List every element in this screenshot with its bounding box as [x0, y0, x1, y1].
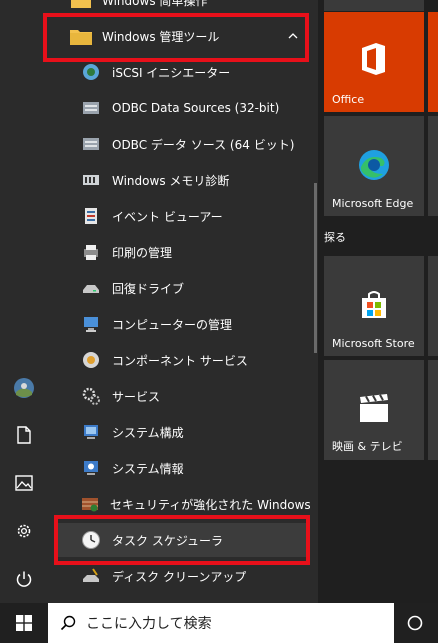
- tile-edge[interactable]: Microsoft Edge: [324, 116, 424, 216]
- app-item-disk-cleanup[interactable]: ディスク クリーンアップ: [58, 559, 310, 593]
- tiles-section-label: 探る: [324, 231, 346, 244]
- app-label: コンピューターの管理: [112, 317, 233, 332]
- pictures-button[interactable]: [0, 461, 48, 505]
- app-group-label: Windows 简单操作: [102, 0, 208, 8]
- app-label: 回復ドライブ: [112, 281, 185, 296]
- tile-partial-right-2[interactable]: [428, 116, 438, 216]
- tile-partial-right-4[interactable]: [428, 360, 438, 460]
- avatar-icon: [14, 378, 34, 398]
- settings-button[interactable]: [0, 509, 48, 553]
- app-label: システム構成: [112, 425, 184, 440]
- app-label: セキュリティが強化された Windows Def...: [110, 497, 310, 512]
- folder-icon: [70, 0, 92, 11]
- app-item-recovery-drive[interactable]: 回復ドライブ: [58, 271, 310, 305]
- tile-label: 映画 & テレビ: [332, 440, 403, 453]
- app-label: 印刷の管理: [112, 245, 173, 260]
- tile-movies-tv[interactable]: 映画 & テレビ: [324, 360, 424, 460]
- user-avatar-button[interactable]: [0, 366, 48, 410]
- app-list: Windows 简单操作 Windows 管理ツール iSCSI イニシエーター…: [48, 0, 318, 603]
- store-icon: [362, 291, 386, 318]
- app-group-ease-of-access[interactable]: Windows 简单操作: [58, 0, 310, 17]
- tile-office[interactable]: Office: [324, 12, 424, 112]
- recovery-drive-icon: [80, 277, 102, 299]
- system-configuration-icon: [80, 421, 102, 443]
- app-label: ODBC Data Sources (32-bit): [112, 101, 280, 115]
- edge-icon: [359, 150, 389, 180]
- tile-partial-right-1[interactable]: [428, 12, 438, 112]
- folder-windows-admin-tools[interactable]: Windows 管理ツール: [58, 19, 310, 53]
- tile-partial-top[interactable]: [324, 0, 424, 11]
- app-label: システム情報: [112, 461, 184, 476]
- services-icon: [80, 385, 102, 407]
- start-button[interactable]: [6, 604, 42, 642]
- component-services-icon: [80, 349, 102, 371]
- taskbar-search-box[interactable]: ここに入力して検索: [48, 603, 394, 643]
- print-management-icon: [80, 241, 102, 263]
- windows-logo-icon: [16, 615, 32, 631]
- folder-icon: [70, 25, 92, 47]
- office-icon: [362, 43, 385, 75]
- tile-store[interactable]: Microsoft Store: [324, 256, 424, 356]
- tile-label: Microsoft Edge: [332, 197, 414, 210]
- tile-label: Microsoft Store: [332, 337, 415, 350]
- app-label: サービス: [112, 389, 161, 404]
- app-item-event-viewer[interactable]: イベント ビューアー: [58, 199, 310, 233]
- scrollbar-thumb[interactable]: [314, 183, 317, 353]
- tiles-panel: Office Microsoft Edge 探る Microsoft Store: [318, 0, 438, 603]
- odbc-icon: [80, 133, 102, 155]
- tile-label: Office: [332, 93, 365, 106]
- app-label: ODBC データ ソース (64 ビット): [112, 137, 295, 152]
- app-item-system-information[interactable]: システム情報: [58, 451, 310, 485]
- power-icon: [16, 571, 32, 587]
- app-label: iSCSI イニシエーター: [112, 65, 231, 80]
- cortana-icon: [407, 615, 423, 631]
- tile-partial-right-3[interactable]: [428, 256, 438, 356]
- cortana-button[interactable]: [400, 610, 430, 636]
- app-label: イベント ビューアー: [112, 209, 223, 224]
- app-item-component-services[interactable]: コンポーネント サービス: [58, 343, 310, 377]
- iscsi-icon: [80, 61, 102, 83]
- app-label: ディスク クリーンアップ: [112, 569, 247, 584]
- gear-icon: [17, 524, 31, 538]
- disk-cleanup-icon: [80, 565, 102, 587]
- chevron-up-icon: [288, 33, 298, 39]
- app-item-computer-management[interactable]: コンピューターの管理: [58, 307, 310, 341]
- app-item-defender-firewall[interactable]: セキュリティが強化された Windows Def...: [58, 487, 310, 521]
- app-item-odbc-64[interactable]: ODBC データ ソース (64 ビット): [58, 127, 310, 161]
- picture-icon: [15, 475, 33, 491]
- app-item-odbc-32[interactable]: ODBC Data Sources (32-bit): [58, 91, 310, 125]
- memory-diagnostic-icon: [80, 169, 102, 191]
- task-scheduler-icon: [80, 529, 102, 551]
- document-icon: [17, 426, 31, 444]
- system-information-icon: [80, 457, 102, 479]
- computer-management-icon: [80, 313, 102, 335]
- search-placeholder: ここに入力して検索: [86, 616, 212, 632]
- search-icon: [60, 615, 76, 631]
- app-item-services[interactable]: サービス: [58, 379, 310, 413]
- app-item-task-scheduler[interactable]: タスク スケジューラ: [58, 523, 310, 557]
- clapperboard-icon: [360, 394, 388, 422]
- folder-label: Windows 管理ツール: [102, 29, 220, 44]
- odbc-icon: [80, 97, 102, 119]
- app-item-system-configuration[interactable]: システム構成: [58, 415, 310, 449]
- app-item-memory-diagnostic[interactable]: Windows メモリ診断: [58, 163, 310, 197]
- app-label: Windows メモリ診断: [112, 173, 230, 188]
- app-label: コンポーネント サービス: [112, 353, 248, 368]
- firewall-icon: [80, 493, 100, 515]
- power-button[interactable]: [0, 557, 48, 601]
- app-item-iscsi[interactable]: iSCSI イニシエーター: [58, 55, 310, 89]
- app-label: タスク スケジューラ: [112, 533, 223, 548]
- start-left-rail: [0, 0, 48, 603]
- app-item-print-management[interactable]: 印刷の管理: [58, 235, 310, 269]
- event-viewer-icon: [80, 205, 102, 227]
- documents-button[interactable]: [0, 413, 48, 457]
